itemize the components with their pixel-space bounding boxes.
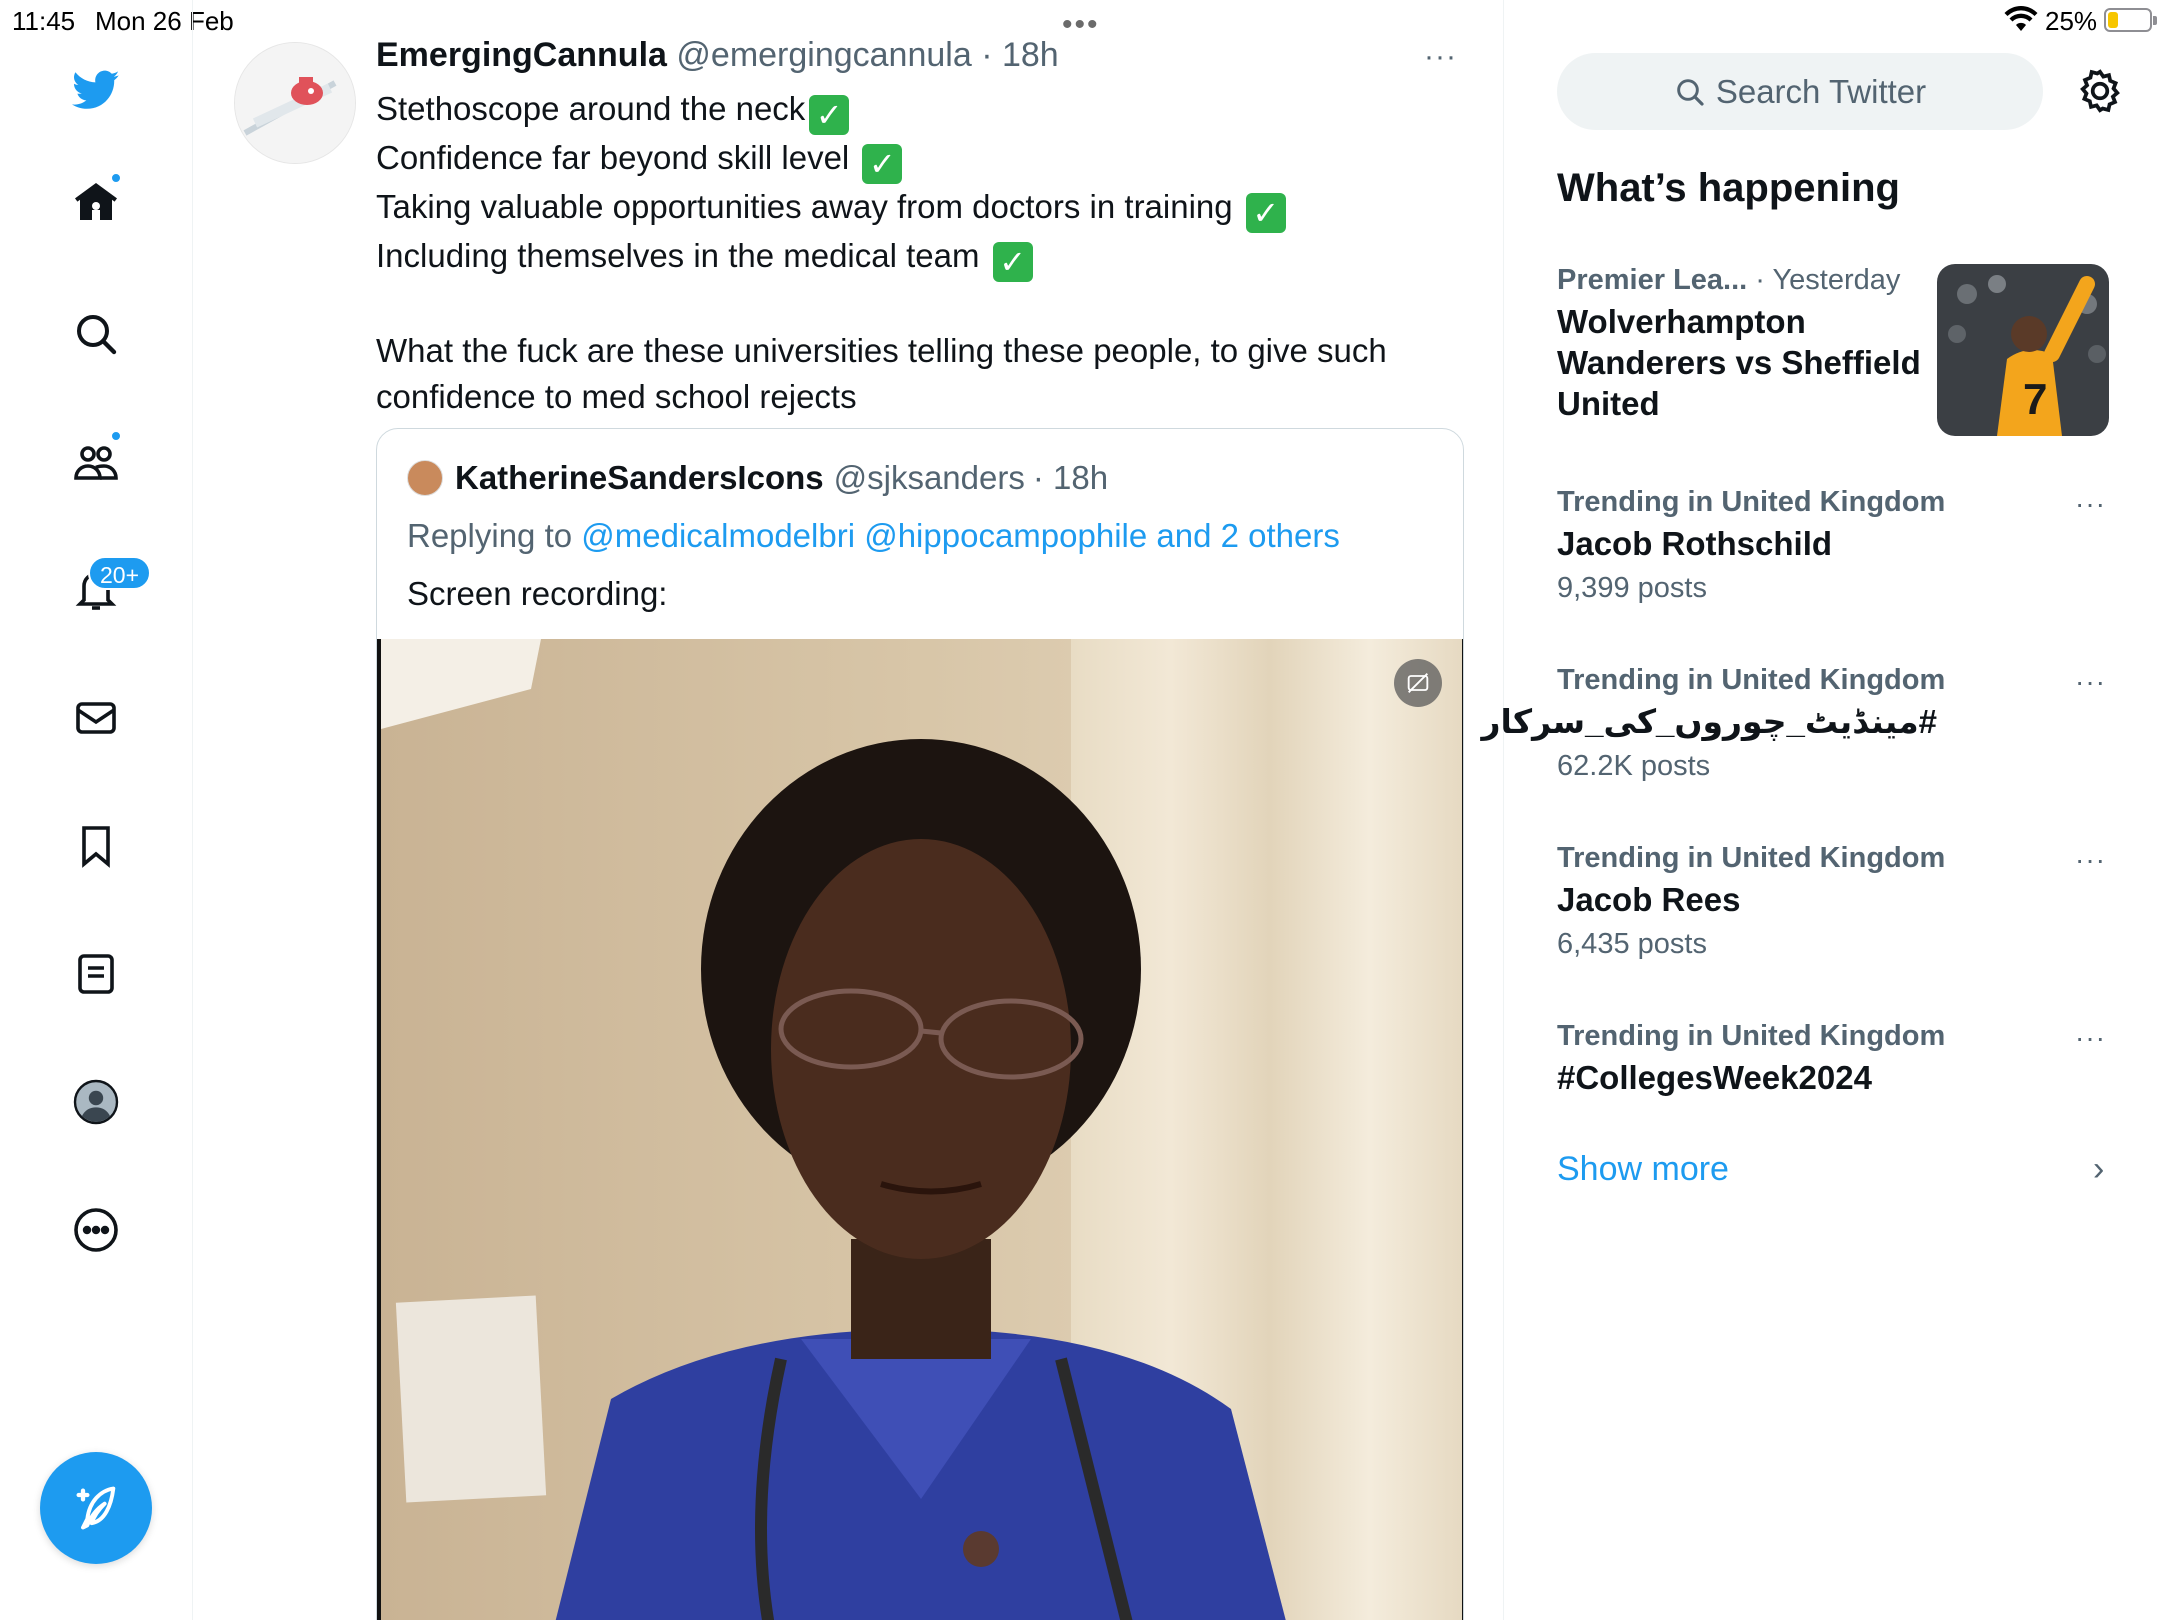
left-navigation: 20+ <box>0 0 193 1620</box>
tweet-header: EmergingCannula @emergingcannula · 18h <box>376 36 1059 75</box>
trend-context: Trending in United Kingdom <box>1557 664 1946 696</box>
search-icon <box>1677 78 1704 106</box>
bookmarks-icon[interactable] <box>52 802 140 890</box>
trend-context: Trending in United Kingdom <box>1557 842 1946 874</box>
explore-search-icon[interactable] <box>52 290 140 378</box>
trend-item[interactable]: Trending in United Kingdom Jacob Rees 6,… <box>1557 842 2117 961</box>
video-media[interactable] <box>377 639 1463 1620</box>
quoted-author-avatar <box>407 460 443 496</box>
home-notification-dot <box>110 172 122 184</box>
messages-mail-icon[interactable] <box>52 674 140 762</box>
tweet-time[interactable]: · 18h <box>981 36 1059 74</box>
trend-title: Jacob Rothschild <box>1557 525 1833 562</box>
check-mark-icon: ✓ <box>992 242 1033 282</box>
trend-item[interactable]: Trending in United Kingdom #CollegesWeek… <box>1557 1020 2117 1098</box>
main-timeline: EmergingCannula @emergingcannula · 18h ·… <box>194 0 1504 1620</box>
video-frame <box>381 639 1462 1620</box>
tweet-more-icon[interactable]: ··· <box>1424 40 1457 74</box>
more-options-icon[interactable] <box>52 1186 140 1274</box>
trend-more-icon[interactable]: ··· <box>2075 844 2106 876</box>
lists-icon[interactable] <box>52 930 140 1018</box>
communities-icon[interactable] <box>52 418 140 506</box>
trend-context: Trending in United Kingdom <box>1557 486 1946 518</box>
quoted-tweet-time: · 18h <box>1032 459 1109 496</box>
video-caption-toggle-icon[interactable] <box>1394 659 1442 707</box>
home-icon[interactable] <box>52 158 140 246</box>
trend-title: Wolverhampton Wanderers vs Sheffield Uni… <box>1557 303 1921 422</box>
replying-to: Replying to @medicalmodelbri @hippocampo… <box>407 517 1340 554</box>
trend-count: 6,435 posts <box>1557 928 1707 960</box>
tweet-line: Confidence far beyond skill level ✓ <box>376 135 1476 184</box>
check-mark-icon: ✓ <box>1245 193 1286 233</box>
search-input[interactable]: Search Twitter <box>1557 53 2043 130</box>
tweet-author-name[interactable]: EmergingCannula <box>376 36 667 74</box>
tweet-author-handle[interactable]: @emergingcannula <box>676 36 971 74</box>
trend-count: 9,399 posts <box>1557 572 1707 604</box>
tweet-line: Including themselves in the medical team… <box>376 233 1476 282</box>
compose-tweet-button[interactable] <box>40 1452 152 1564</box>
trend-title: #CollegesWeek2024 <box>1557 1059 1872 1096</box>
trend-more-icon[interactable]: ··· <box>2075 1022 2106 1054</box>
check-mark-icon: ✓ <box>862 144 903 184</box>
tweet-author-avatar[interactable] <box>234 42 356 164</box>
quoted-tweet-text: Screen recording: <box>407 575 668 612</box>
featured-trend[interactable]: Premier Lea... · Yesterday Wolverhampton… <box>1557 264 1937 424</box>
compose-quill-icon <box>76 1486 116 1530</box>
settings-gear-icon[interactable] <box>2075 66 2125 116</box>
trend-title: Jacob Rees <box>1557 881 1741 918</box>
tweet-line: Stethoscope around the neck ✓ <box>376 86 1476 135</box>
twitter-logo-icon[interactable] <box>52 46 140 134</box>
check-mark-icon: ✓ <box>809 95 850 135</box>
featured-trend-image[interactable]: 7 <box>1937 264 2109 436</box>
trend-more-icon[interactable]: ··· <box>2075 666 2106 698</box>
whats-happening-heading: What’s happening <box>1557 166 1900 210</box>
quoted-tweet[interactable]: KatherineSandersIcons @sjksanders · 18h … <box>376 428 1464 1620</box>
trend-item[interactable]: Trending in United Kingdom Jacob Rothsch… <box>1557 486 2117 605</box>
svg-text:7: 7 <box>2023 375 2047 424</box>
others-link[interactable]: and 2 others <box>1156 517 1339 554</box>
tweet-paragraph: What the fuck are these universities tel… <box>376 332 1387 415</box>
trend-context: Trending in United Kingdom <box>1557 1020 1946 1052</box>
show-more-link[interactable]: Show more <box>1557 1150 1729 1189</box>
search-placeholder: Search Twitter <box>1715 72 1927 110</box>
trend-title: #مینڈیٹ_چوروں_کی_سرکار <box>1481 703 1937 740</box>
trend-more-icon[interactable]: ··· <box>2075 488 2106 520</box>
trend-context: Premier Lea... · Yesterday <box>1557 264 1901 296</box>
quoted-author-handle: @sjksanders <box>833 459 1025 496</box>
mention-link[interactable]: @hippocampophile <box>864 517 1147 554</box>
communities-notification-dot <box>110 430 122 442</box>
notifications-badge: 20+ <box>88 556 152 590</box>
tweet-text: Stethoscope around the neck ✓ Confidence … <box>376 86 1476 420</box>
trend-item[interactable]: Trending in United Kingdom #مینڈیٹ_چوروں… <box>1481 664 2117 783</box>
right-sidebar: Search Twitter What’s happening Premier … <box>1481 0 2160 1620</box>
quoted-author-name: KatherineSandersIcons <box>455 459 824 496</box>
chevron-right-icon: › <box>2093 1150 2105 1188</box>
mention-link[interactable]: @medicalmodelbri <box>581 517 855 554</box>
tweet-line: Taking valuable opportunities away from … <box>376 184 1476 233</box>
quoted-tweet-header: KatherineSandersIcons @sjksanders · 18h <box>407 459 1108 497</box>
profile-avatar-icon[interactable] <box>52 1058 140 1146</box>
trend-count: 62.2K posts <box>1557 750 1711 782</box>
